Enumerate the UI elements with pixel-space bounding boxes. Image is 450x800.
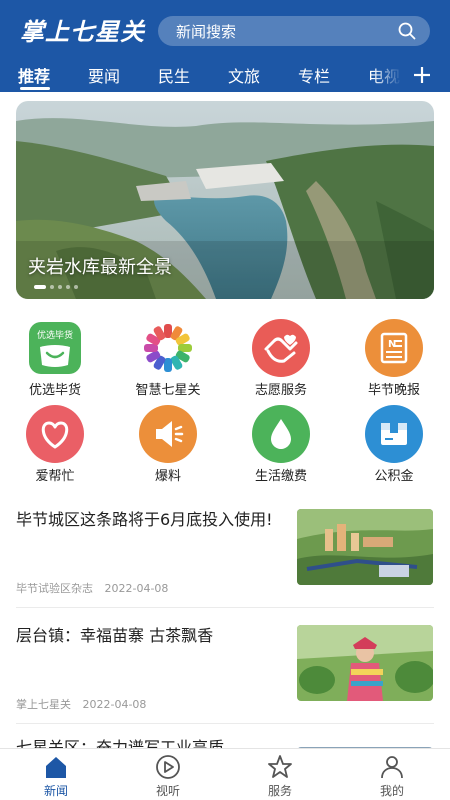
nav-profile[interactable]: 我的	[336, 749, 448, 800]
service-label: 志愿服务	[254, 383, 307, 398]
water-drop-icon	[252, 405, 310, 463]
play-circle-icon	[156, 755, 180, 779]
tab-headlines[interactable]: 要闻	[88, 63, 120, 87]
news-source: 掌上七星关	[16, 698, 71, 711]
nav-services[interactable]: 服务	[224, 749, 336, 800]
news-date: 2022-04-08	[82, 698, 147, 711]
home-icon	[46, 757, 66, 778]
news-source: 毕节试验区杂志	[16, 582, 93, 595]
app-logo: 掌上七星关	[20, 17, 145, 46]
search-placeholder: 新闻搜索	[176, 23, 237, 41]
star-icon	[268, 755, 292, 778]
search-bar[interactable]: 新闻搜索	[158, 16, 430, 46]
nav-label: 服务	[267, 784, 292, 798]
divider	[16, 607, 434, 608]
service-help[interactable]: 爱帮忙	[5, 405, 105, 484]
news-thumbnail	[297, 625, 433, 701]
service-label: 智慧七星关	[135, 383, 201, 398]
service-smart-qixingguan[interactable]: 智慧七星关	[118, 319, 218, 398]
service-label: 爱帮忙	[35, 469, 75, 484]
service-youxuan-bihuo[interactable]: 优选毕货 优选毕货	[5, 319, 105, 398]
nav-label: 新闻	[43, 784, 68, 798]
active-tab-indicator	[20, 87, 50, 90]
nav-label: 我的	[379, 784, 404, 798]
carousel-dot	[74, 285, 78, 289]
banner-carousel[interactable]: 夹岩水库最新全景	[16, 101, 434, 299]
tab-columns[interactable]: 专栏	[298, 63, 330, 87]
search-icon	[398, 22, 416, 40]
news-item[interactable]: 七星关区：奋力谱写工业高质	[0, 732, 450, 748]
carousel-dot-active	[34, 285, 46, 289]
heart-hand-icon	[252, 319, 310, 377]
top-bar: 掌上七星关 新闻搜索	[0, 0, 450, 58]
tab-fade	[372, 58, 402, 92]
shopping-bag-icon: 优选毕货	[26, 319, 84, 377]
service-housing-fund[interactable]: 公积金	[344, 405, 444, 484]
plus-icon	[414, 67, 430, 83]
nav-audio-video[interactable]: 视听	[112, 749, 224, 800]
megaphone-icon	[139, 405, 197, 463]
service-label: 公积金	[374, 469, 414, 484]
news-thumbnail	[297, 740, 433, 748]
news-title: 七星关区：奋力谱写工业高质	[16, 738, 225, 748]
heart-icon	[26, 405, 84, 463]
news-title: 毕节城区这条路将于6月底投入使用!	[16, 510, 273, 529]
nav-label: 视听	[155, 784, 180, 798]
carousel-dot	[50, 285, 54, 289]
banner-caption: 夹岩水库最新全景	[28, 257, 172, 278]
tab-livelihood[interactable]: 民生	[158, 63, 190, 87]
service-label: 爆料	[154, 469, 181, 484]
service-label: 优选毕货	[28, 383, 81, 398]
news-meta: 毕节试验区杂志 2022-04-08	[16, 580, 168, 596]
newspaper-icon: N	[365, 319, 423, 377]
box-icon	[365, 405, 423, 463]
service-label: 毕节晚报	[367, 383, 420, 398]
service-bijie-evening-news[interactable]: N 毕节晚报	[344, 319, 444, 398]
service-utility-payment[interactable]: 生活缴费	[231, 405, 331, 484]
colorful-flower-icon	[139, 319, 197, 377]
news-thumbnail	[297, 509, 433, 585]
nav-news[interactable]: 新闻	[0, 749, 112, 800]
divider	[16, 723, 434, 724]
service-label: 生活缴费	[254, 469, 307, 484]
carousel-dot	[66, 285, 70, 289]
service-tip-off[interactable]: 爆料	[118, 405, 218, 484]
news-title: 层台镇：幸福苗寨 古茶飘香	[16, 626, 214, 645]
user-icon	[381, 756, 403, 779]
app-screen: 掌上七星关 新闻搜索 推荐 要闻 民生 文旅 专栏 电视	[0, 0, 450, 800]
carousel-dot	[58, 285, 62, 289]
tab-culture-tourism[interactable]: 文旅	[228, 63, 260, 87]
news-item[interactable]: 毕节城区这条路将于6月底投入使用! 毕节试验区杂志 2022-04-08	[0, 500, 450, 608]
bottom-navigation: 新闻 视听 服务 我的	[0, 748, 450, 800]
news-item[interactable]: 层台镇：幸福苗寨 古茶飘香 掌上七星关 2022-04-08	[0, 616, 450, 724]
service-volunteer[interactable]: 志愿服务	[231, 319, 331, 398]
news-meta: 掌上七星关 2022-04-08	[16, 696, 146, 712]
news-date: 2022-04-08	[104, 582, 169, 595]
tab-recommend[interactable]: 推荐	[18, 63, 50, 87]
header: 掌上七星关 新闻搜索 推荐 要闻 民生 文旅 专栏 电视	[0, 0, 450, 92]
service-badge-text: 优选毕货	[37, 329, 73, 341]
